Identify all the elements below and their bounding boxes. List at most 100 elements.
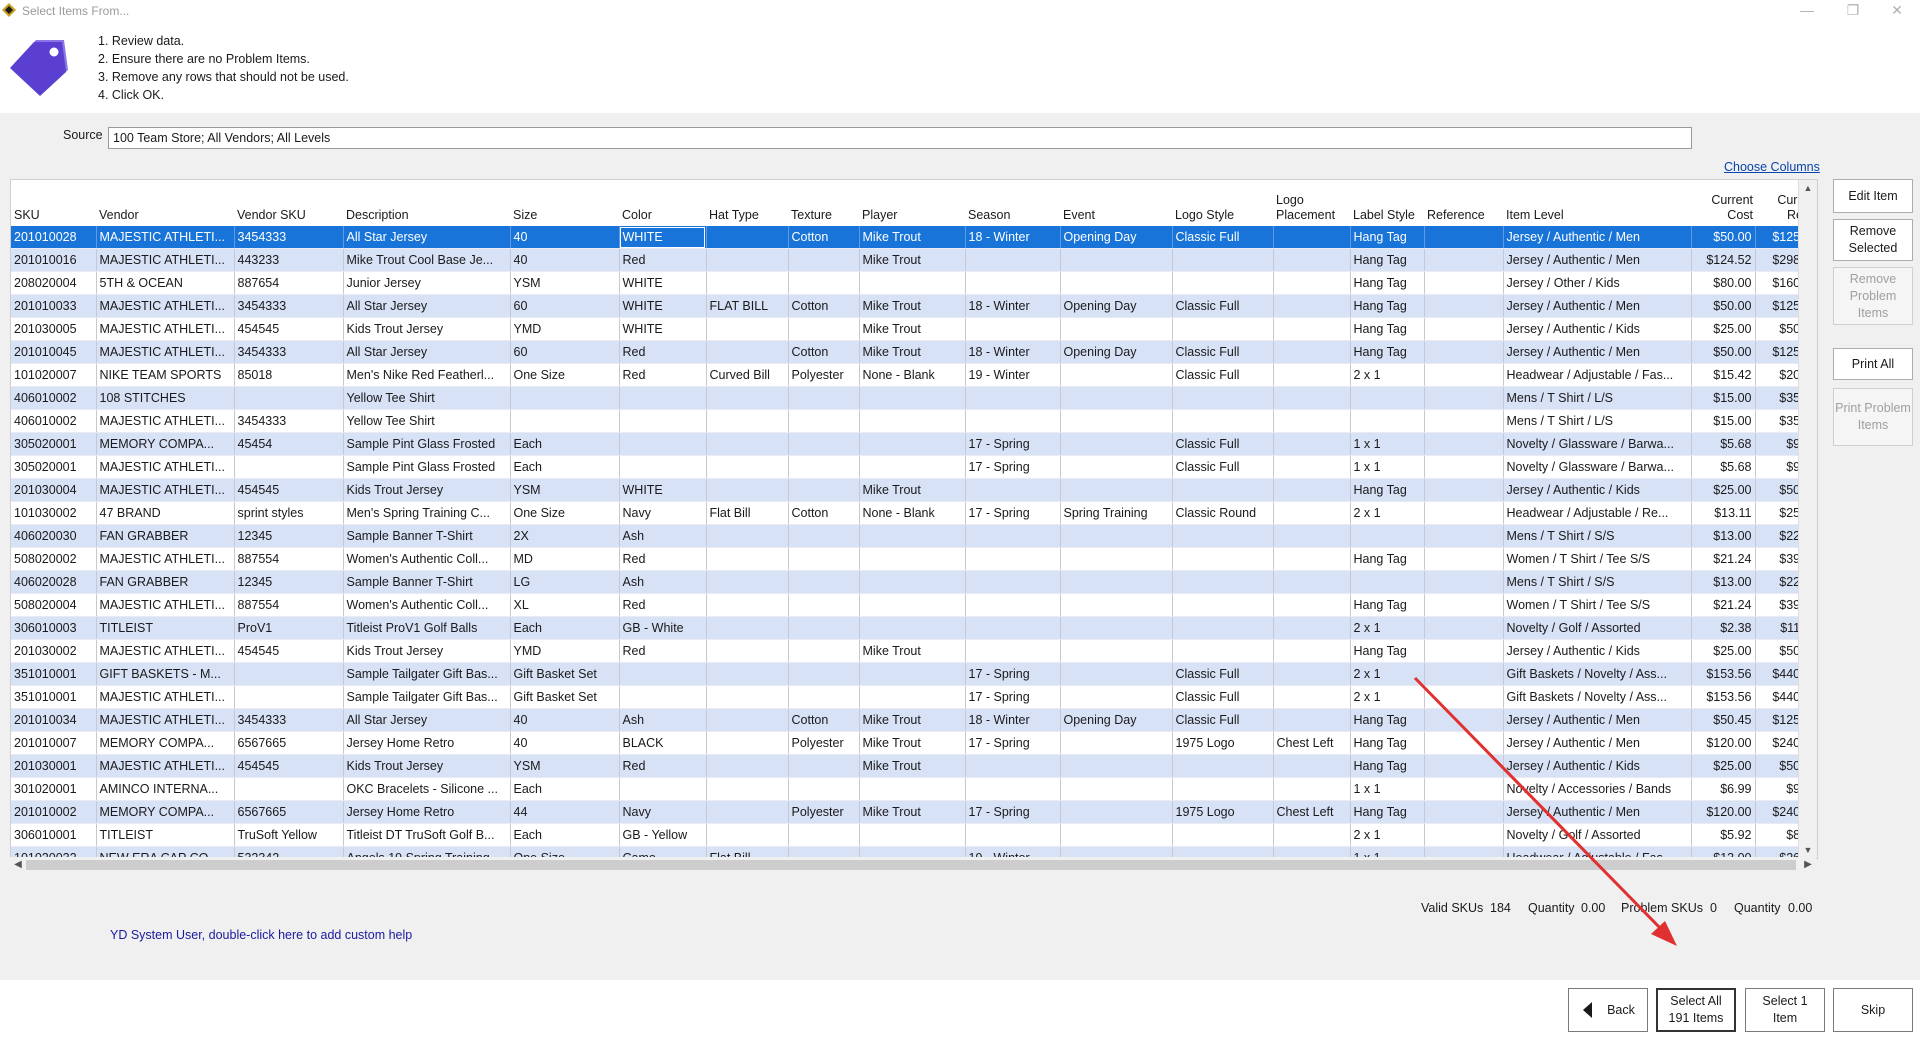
table-cell[interactable]: $80.00 bbox=[1691, 271, 1756, 295]
table-row[interactable]: 305020001 MAJESTIC ATHLETI... Sample Pint … bbox=[11, 455, 1817, 479]
table-cell[interactable]: 406010002 bbox=[11, 386, 97, 410]
table-cell[interactable]: Titleist DT TruSoft Golf B... bbox=[343, 823, 511, 847]
table-cell[interactable]: $25.00 bbox=[1691, 317, 1756, 341]
table-row[interactable]: 201030001 MAJESTIC ATHLETI... 454545 Kids T… bbox=[11, 754, 1817, 778]
table-cell[interactable]: MAJESTIC ATHLETI... bbox=[96, 708, 235, 732]
table-cell[interactable] bbox=[1172, 823, 1274, 847]
remove-problem-items-button[interactable]: Remove Problem Items bbox=[1833, 267, 1913, 325]
table-cell[interactable]: 3454333 bbox=[234, 340, 344, 364]
table-cell[interactable]: Hang Tag bbox=[1350, 317, 1425, 341]
table-cell[interactable] bbox=[1273, 409, 1351, 433]
table-cell[interactable] bbox=[1172, 616, 1274, 640]
table-cell[interactable] bbox=[510, 386, 620, 410]
table-cell[interactable] bbox=[1273, 754, 1351, 778]
table-cell[interactable]: 12345 bbox=[234, 570, 344, 594]
table-cell[interactable] bbox=[1350, 570, 1425, 594]
table-cell[interactable]: 17 - Spring bbox=[965, 662, 1061, 686]
table-cell[interactable] bbox=[1172, 524, 1274, 548]
table-cell[interactable] bbox=[859, 271, 966, 295]
table-cell[interactable] bbox=[1273, 662, 1351, 686]
table-cell[interactable] bbox=[706, 226, 789, 249]
table-cell[interactable]: 201030004 bbox=[11, 478, 97, 502]
table-cell[interactable] bbox=[706, 317, 789, 341]
table-cell[interactable] bbox=[1172, 409, 1274, 433]
table-row[interactable]: 508020002 MAJESTIC ATHLETI... 887554 Women'… bbox=[11, 547, 1817, 571]
table-cell[interactable]: Women / T Shirt / Tee S/S bbox=[1503, 593, 1692, 617]
table-cell[interactable]: AMINCO INTERNA... bbox=[96, 777, 235, 801]
table-cell[interactable]: Hang Tag bbox=[1350, 593, 1425, 617]
table-cell[interactable]: 40 bbox=[510, 248, 620, 272]
table-cell[interactable] bbox=[965, 616, 1061, 640]
table-row[interactable]: 201010045 MAJESTIC ATHLETI... 3454333 All S… bbox=[11, 340, 1817, 364]
table-cell[interactable] bbox=[706, 409, 789, 433]
table-cell[interactable]: 17 - Spring bbox=[965, 731, 1061, 755]
table-cell[interactable] bbox=[1273, 226, 1351, 249]
table-cell[interactable] bbox=[788, 570, 860, 594]
table-row[interactable]: 201030005 MAJESTIC ATHLETI... 454545 Kids T… bbox=[11, 317, 1817, 341]
table-cell[interactable]: Mike Trout Cool Base Je... bbox=[343, 248, 511, 272]
table-cell[interactable]: 12345 bbox=[234, 524, 344, 548]
table-cell[interactable]: Men's Nike Red Featherl... bbox=[343, 363, 511, 387]
table-cell[interactable]: Red bbox=[619, 754, 707, 778]
table-cell[interactable] bbox=[1350, 524, 1425, 548]
table-cell[interactable]: OKC Bracelets - Silicone ... bbox=[343, 777, 511, 801]
table-cell[interactable] bbox=[1172, 478, 1274, 502]
table-cell[interactable]: 17 - Spring bbox=[965, 455, 1061, 479]
table-cell[interactable]: Men's Spring Training C... bbox=[343, 501, 511, 525]
table-cell[interactable] bbox=[1060, 386, 1173, 410]
table-cell[interactable] bbox=[1424, 616, 1504, 640]
table-cell[interactable]: Headwear / Adjustable / Fas... bbox=[1503, 363, 1692, 387]
table-cell[interactable]: Women / T Shirt / Tee S/S bbox=[1503, 547, 1692, 571]
table-cell[interactable]: Red bbox=[619, 593, 707, 617]
table-cell[interactable] bbox=[788, 823, 860, 847]
table-cell[interactable]: 201030001 bbox=[11, 754, 97, 778]
table-cell[interactable]: 1975 Logo bbox=[1172, 800, 1274, 824]
table-cell[interactable] bbox=[1060, 570, 1173, 594]
column-header[interactable]: Vendor bbox=[96, 180, 234, 226]
column-header[interactable]: Size bbox=[510, 180, 619, 226]
table-cell[interactable]: MAJESTIC ATHLETI... bbox=[96, 593, 235, 617]
table-cell[interactable] bbox=[1273, 524, 1351, 548]
table-cell[interactable]: 108 STITCHES bbox=[96, 386, 235, 410]
table-cell[interactable]: Cotton bbox=[788, 294, 860, 318]
table-cell[interactable]: WHITE bbox=[619, 294, 707, 318]
table-cell[interactable]: 3454333 bbox=[234, 226, 344, 249]
table-cell[interactable] bbox=[788, 409, 860, 433]
table-cell[interactable]: All Star Jersey bbox=[343, 340, 511, 364]
column-header[interactable]: Player bbox=[859, 180, 965, 226]
table-cell[interactable] bbox=[965, 639, 1061, 663]
table-cell[interactable]: Sample Pint Glass Frosted bbox=[343, 432, 511, 456]
table-cell[interactable] bbox=[1273, 639, 1351, 663]
table-cell[interactable]: Each bbox=[510, 432, 620, 456]
table-cell[interactable]: Jersey Home Retro bbox=[343, 800, 511, 824]
table-cell[interactable]: 305020001 bbox=[11, 432, 97, 456]
table-cell[interactable] bbox=[965, 777, 1061, 801]
table-cell[interactable]: Kids Trout Jersey bbox=[343, 317, 511, 341]
table-cell[interactable] bbox=[1172, 547, 1274, 571]
print-all-button[interactable]: Print All bbox=[1833, 348, 1913, 380]
table-cell[interactable]: Classic Full bbox=[1172, 455, 1274, 479]
table-cell[interactable] bbox=[859, 386, 966, 410]
table-cell[interactable]: 454545 bbox=[234, 478, 344, 502]
column-header[interactable]: SKU bbox=[11, 180, 96, 226]
table-cell[interactable] bbox=[965, 317, 1061, 341]
table-cell[interactable]: LG bbox=[510, 570, 620, 594]
column-header[interactable]: Item Level bbox=[1503, 180, 1691, 226]
table-cell[interactable]: Novelty / Golf / Assorted bbox=[1503, 616, 1692, 640]
table-cell[interactable]: 17 - Spring bbox=[965, 800, 1061, 824]
table-cell[interactable] bbox=[619, 455, 707, 479]
table-cell[interactable] bbox=[1172, 593, 1274, 617]
minimize-button[interactable]: — bbox=[1784, 0, 1830, 22]
table-cell[interactable]: Hang Tag bbox=[1350, 547, 1425, 571]
table-cell[interactable]: Each bbox=[510, 823, 620, 847]
table-cell[interactable] bbox=[1424, 271, 1504, 295]
column-header[interactable]: Color bbox=[619, 180, 706, 226]
table-cell[interactable] bbox=[1060, 754, 1173, 778]
table-cell[interactable]: 201010045 bbox=[11, 340, 97, 364]
table-cell[interactable]: 454545 bbox=[234, 639, 344, 663]
table-cell[interactable]: 201010033 bbox=[11, 294, 97, 318]
table-cell[interactable]: Hang Tag bbox=[1350, 708, 1425, 732]
table-cell[interactable]: Ash bbox=[619, 570, 707, 594]
table-cell[interactable]: NIKE TEAM SPORTS bbox=[96, 363, 235, 387]
table-cell[interactable]: Polyester bbox=[788, 731, 860, 755]
